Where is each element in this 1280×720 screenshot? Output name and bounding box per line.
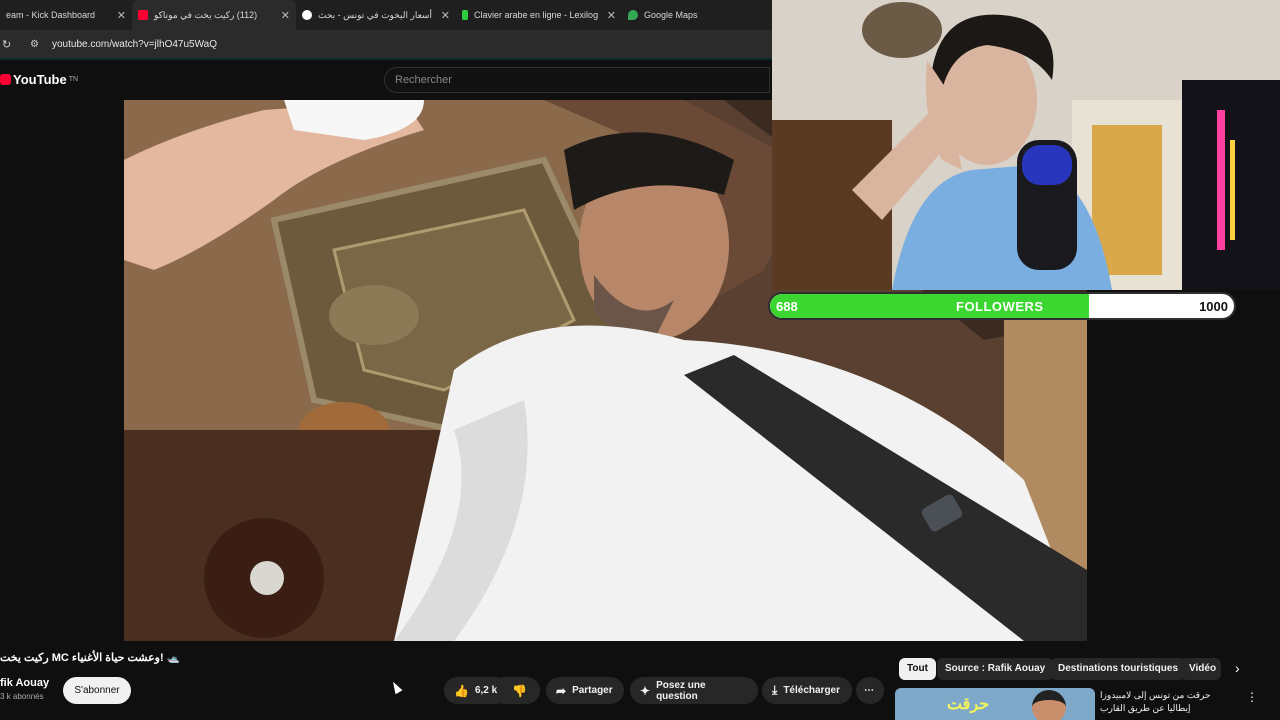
followers-label: FOLLOWERS bbox=[956, 299, 1044, 314]
chevron-right-icon[interactable]: › bbox=[1235, 660, 1240, 676]
sparkle-icon: ✦ bbox=[640, 683, 651, 698]
download-button[interactable]: ⤓ Télécharger bbox=[762, 677, 852, 704]
chip-all[interactable]: Tout bbox=[899, 658, 936, 680]
browser-tab-bar: eam - Kick Dashboard ✕ (112) ركيت يخت في… bbox=[0, 0, 772, 30]
webcam-frame bbox=[772, 0, 1280, 290]
youtube-logo[interactable]: YouTube TN bbox=[0, 72, 78, 87]
video-title: 🛥️ !وعشت حياة الأغنياء MC ركيت يخت bbox=[0, 652, 181, 664]
like-count: 6,2 k bbox=[474, 685, 498, 696]
close-icon[interactable]: ✕ bbox=[607, 9, 616, 22]
thumbnail-text: حرقت bbox=[947, 696, 990, 713]
tab-google-maps[interactable]: Google Maps bbox=[622, 0, 772, 30]
recommended-thumbnail[interactable]: حرقت bbox=[895, 688, 1095, 720]
followers-goal: 1000 bbox=[1199, 299, 1228, 314]
followers-goal-bar: 688 FOLLOWERS 1000 bbox=[768, 292, 1236, 320]
close-icon[interactable]: ✕ bbox=[441, 9, 450, 22]
address-bar: ↻ ⚙ youtube.com/watch?v=jlhO47u5WaQ bbox=[0, 30, 772, 58]
dislike-button[interactable]: 👎 bbox=[502, 677, 540, 704]
download-icon: ⤓ bbox=[772, 683, 778, 697]
more-icon: ⋯ bbox=[864, 685, 874, 696]
region-code: TN bbox=[68, 76, 79, 83]
google-favicon-icon bbox=[302, 10, 312, 20]
like-button[interactable]: 👍 6,2 k bbox=[444, 677, 510, 704]
tab-title: Clavier arabe en ligne - Lexilog bbox=[474, 10, 599, 20]
search-input[interactable]: Rechercher bbox=[384, 67, 770, 93]
share-icon: ➦ bbox=[556, 683, 567, 698]
followers-current: 688 bbox=[776, 299, 798, 314]
lexilog-favicon-icon bbox=[462, 10, 468, 20]
subscribe-button[interactable]: S'abonner bbox=[63, 677, 131, 704]
mouse-cursor-icon bbox=[389, 679, 403, 695]
tab-title: eam - Kick Dashboard bbox=[6, 10, 96, 20]
share-button[interactable]: ➦ Partager bbox=[546, 677, 624, 704]
site-settings-icon[interactable]: ⚙ bbox=[30, 39, 52, 50]
tab-google-search[interactable]: أسعار اليخوت في تونس - بحث ✕ bbox=[296, 0, 456, 30]
tab-title: أسعار اليخوت في تونس - بحث bbox=[318, 9, 432, 20]
webcam-overlay bbox=[772, 0, 1280, 290]
close-icon[interactable]: ✕ bbox=[117, 9, 126, 22]
maps-pin-icon bbox=[628, 10, 638, 20]
thumbs-up-icon: 👍 bbox=[454, 683, 469, 698]
more-actions-button[interactable]: ⋯ bbox=[856, 677, 884, 704]
ask-label: Posez une question bbox=[656, 679, 706, 702]
chip-videos[interactable]: Vidéo bbox=[1181, 658, 1221, 680]
tab-kick-dashboard[interactable]: eam - Kick Dashboard ✕ bbox=[0, 0, 132, 30]
youtube-play-icon bbox=[0, 74, 11, 85]
subscriber-count: 3 k abonnés bbox=[0, 692, 44, 701]
tab-lexilog[interactable]: Clavier arabe en ligne - Lexilog ✕ bbox=[456, 0, 622, 30]
youtube-favicon-icon bbox=[138, 10, 148, 20]
tab-youtube-video[interactable]: (112) ركيت يخت في موناكو ✕ bbox=[132, 0, 296, 30]
close-icon[interactable]: ✕ bbox=[281, 9, 290, 22]
kebab-menu-icon[interactable]: ⋮ bbox=[1246, 690, 1258, 704]
logo-text: YouTube bbox=[13, 72, 67, 87]
tab-title: (112) ركيت يخت في موناكو bbox=[154, 9, 258, 20]
chip-source[interactable]: Source : Rafik Aouay bbox=[937, 658, 1054, 680]
reload-icon[interactable]: ↻ bbox=[2, 38, 16, 51]
thumbnail-face bbox=[1032, 690, 1066, 720]
channel-name[interactable]: fik Aouay bbox=[0, 677, 49, 689]
ask-question-button[interactable]: ✦ Posez une question bbox=[630, 677, 758, 704]
share-label: Partager bbox=[572, 685, 613, 696]
thumbs-down-icon: 👎 bbox=[512, 683, 527, 698]
chip-destinations[interactable]: Destinations touristiques bbox=[1050, 658, 1187, 680]
recommended-title[interactable]: حرقت من تونس إلى لامبيدوزا إيطاليا عن طر… bbox=[1100, 689, 1230, 715]
download-label: Télécharger bbox=[783, 685, 841, 696]
tab-title: Google Maps bbox=[644, 10, 698, 20]
url-input[interactable]: youtube.com/watch?v=jlhO47u5WaQ bbox=[52, 39, 217, 50]
